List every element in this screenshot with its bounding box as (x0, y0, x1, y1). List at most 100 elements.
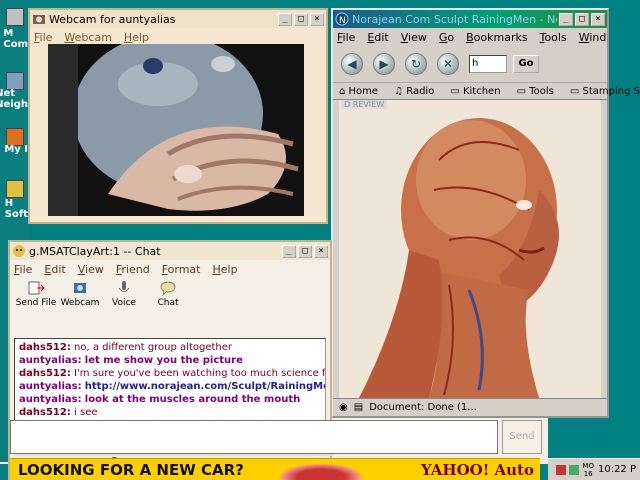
bookmark-kitchen[interactable]: ▭ Kitchen (450, 86, 508, 97)
minimize-button[interactable]: _ (278, 12, 292, 26)
chat-message: auntyalias: http://www.norajean.com/Scul… (19, 380, 325, 393)
bookmark-label: Stamping Sites (582, 85, 640, 97)
back-button[interactable]: ◀ (341, 53, 363, 75)
forward-button[interactable]: ▶ (373, 53, 395, 75)
chat-log[interactable]: dahs512: no, a different group altogethe… (14, 338, 326, 432)
tool-label: Send File (15, 298, 57, 308)
desktop-icon-software[interactable]: H Soft (3, 180, 28, 220)
desktop-icon-my-documents[interactable]: My I (3, 128, 28, 155)
ad-banner[interactable]: LOOKING FOR A NEW CAR? YAHOO! Auto (10, 458, 540, 480)
menu-file[interactable]: File (337, 31, 355, 44)
menu-edit[interactable]: Edit (367, 31, 388, 44)
desktop-icon-network[interactable]: Net Neigh (0, 72, 28, 110)
window-title: Webcam for auntyalias (49, 12, 176, 26)
message-nick: dahs512: (19, 342, 71, 353)
menu-help[interactable]: Help (212, 263, 237, 276)
maximize-button[interactable]: □ (575, 12, 589, 26)
send-file-button[interactable]: Send File (14, 278, 58, 316)
message-nick: dahs512: (19, 407, 71, 418)
menu-file[interactable]: File (14, 263, 32, 276)
send-file-icon (28, 281, 45, 295)
webcam-titlebar[interactable]: Webcam for auntyalias _ □ × (30, 10, 326, 28)
menu-tools[interactable]: Tools (540, 31, 567, 44)
maximize-button[interactable]: □ (294, 12, 308, 26)
navigation-toolbar: ◀ ▶ ↻ ✕ h Go (333, 46, 607, 82)
desktop-icon-label: H Soft (4, 198, 28, 220)
webcam-icon (33, 15, 45, 24)
bookmark-tools[interactable]: ▭ Tools (517, 86, 562, 97)
svg-text:N: N (339, 16, 346, 26)
reload-button[interactable]: ↻ (405, 53, 427, 75)
webcam-button[interactable]: Webcam (58, 278, 102, 316)
bookmark-home[interactable]: ⌂ Home (339, 86, 386, 97)
chat-button[interactable]: Chat (146, 278, 190, 316)
close-button[interactable]: × (310, 12, 324, 26)
send-button[interactable]: Send (502, 420, 542, 454)
security-icon: ◉ (339, 402, 348, 413)
chat-message: dahs512: I'm sure you've been watching t… (19, 367, 325, 380)
chat-toolbar: Send File Webcam Voice Chat (10, 278, 330, 316)
minimize-button[interactable]: _ (559, 12, 573, 26)
tray-network-icon[interactable] (569, 464, 580, 475)
microphone-icon (118, 281, 130, 292)
chat-message: auntyalias: let me show you the picture (19, 354, 321, 367)
menu-file[interactable]: File (34, 31, 52, 44)
status-bar: ◉ ▤ Document: Done (1... (333, 398, 607, 416)
menu-help[interactable]: Help (124, 31, 149, 44)
chat-message: auntyalias: look at the muscles around t… (19, 393, 321, 406)
menu-webcam[interactable]: Webcam (64, 31, 112, 44)
window-title: g.MSATClayArt:1 -- Chat (29, 244, 161, 258)
maximize-button[interactable]: □ (298, 244, 312, 258)
menu-view[interactable]: View (78, 263, 104, 276)
clock[interactable]: 10:22 P (598, 464, 636, 475)
menu-go[interactable]: Go (439, 31, 454, 44)
minimize-button[interactable]: _ (282, 244, 296, 258)
go-button[interactable]: Go (513, 55, 539, 73)
netscape-icon: N (335, 12, 349, 26)
tool-label: Voice (112, 298, 136, 308)
menu-view[interactable]: View (401, 31, 427, 44)
menu-bookmarks[interactable]: Bookmarks (466, 31, 527, 44)
message-nick: auntyalias: (19, 394, 82, 405)
page-icon: ▤ (353, 402, 364, 413)
chat-app-icon (13, 245, 25, 257)
bookmark-label: Radio (406, 85, 435, 97)
stop-button[interactable]: ✕ (437, 53, 459, 75)
bookmark-radio[interactable]: ♫ Radio (394, 86, 442, 97)
chat-titlebar[interactable]: g.MSATClayArt:1 -- Chat _ □ × (10, 242, 330, 260)
chat-message: dahs512: i see (19, 406, 321, 419)
date-day: MO (582, 461, 594, 470)
voice-button[interactable]: Voice (102, 278, 146, 316)
date-num: 16 (583, 469, 593, 478)
bookmark-label: Tools (529, 85, 554, 97)
date-badge: MO 16 (582, 462, 594, 478)
browser-menubar: File Edit View Go Bookmarks Tools Window… (333, 28, 607, 46)
desktop-icon-my-computer[interactable]: M Com (3, 8, 28, 50)
tray-app-icon[interactable] (556, 464, 567, 475)
menu-friend[interactable]: Friend (116, 263, 150, 276)
anatomy-illustration (339, 100, 601, 398)
bookmark-label: Home (348, 85, 379, 97)
ad-brand-logo: YAHOO! Auto (421, 461, 534, 479)
menu-format[interactable]: Format (162, 263, 201, 276)
menu-edit[interactable]: Edit (44, 263, 65, 276)
bookmark-stamping-sites[interactable]: ▭ Stamping Sites (570, 86, 640, 97)
message-text: let me show you the picture (84, 355, 243, 366)
browser-titlebar[interactable]: N Norajean.Com Sculpt RainingMen - Netsc… (333, 10, 607, 28)
message-link[interactable]: http://www.norajean.com/Sculpt/RainingMe… (85, 381, 325, 392)
computer-icon (6, 8, 24, 26)
system-tray: MO 16 10:22 P (548, 458, 640, 480)
close-button[interactable]: × (314, 244, 328, 258)
message-nick: auntyalias: (19, 381, 82, 392)
bookmark-label: Kitchen (462, 85, 501, 97)
message-input[interactable] (10, 420, 498, 454)
url-input[interactable]: h (469, 55, 507, 73)
chat-menubar: File Edit View Friend Format Help (10, 260, 330, 278)
personal-toolbar: ⌂ Home ♫ Radio ▭ Kitchen ▭ Tools ▭ Stamp… (333, 82, 640, 100)
message-text: look at the muscles around the mouth (84, 394, 301, 405)
message-text: no, a different group altogether (74, 342, 233, 353)
webcam-icon (74, 283, 86, 293)
close-button[interactable]: × (591, 12, 605, 26)
page-content: D REVIEW (339, 100, 601, 398)
menu-window[interactable]: Window (579, 31, 607, 44)
